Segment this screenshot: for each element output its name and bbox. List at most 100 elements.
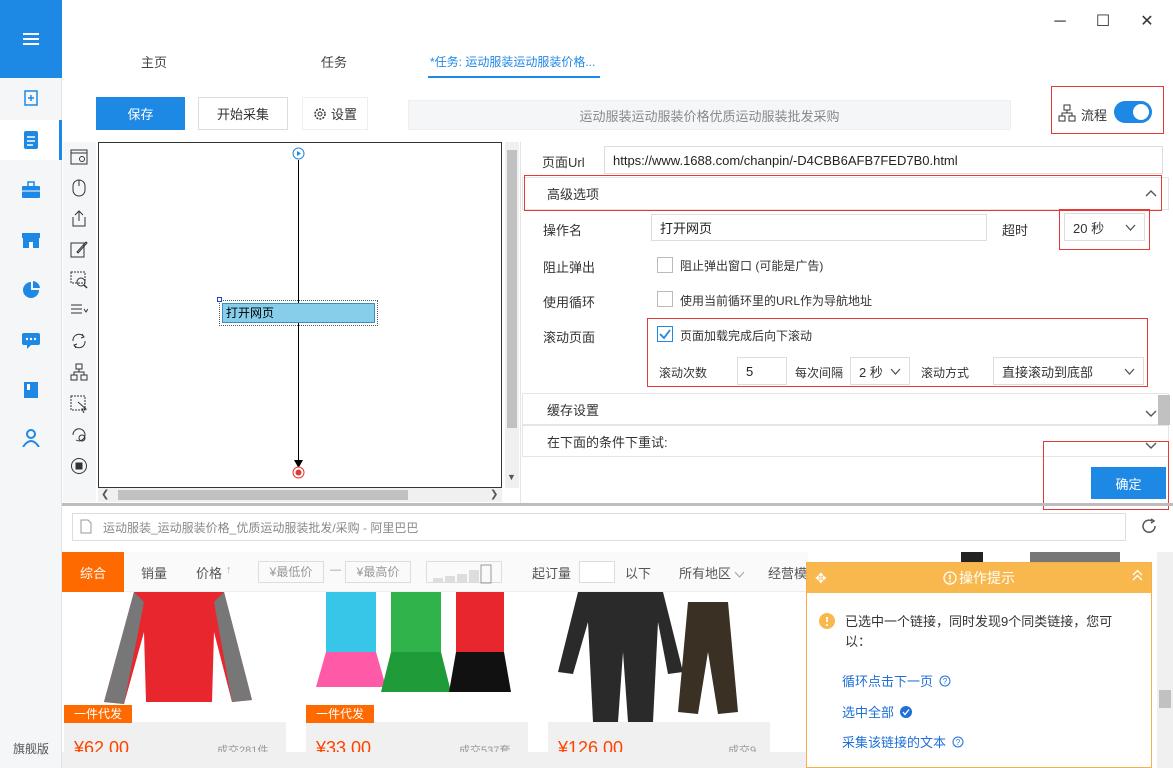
product-card-3[interactable] xyxy=(548,592,770,752)
cache-settings-header[interactable]: 缓存设置 xyxy=(522,393,1169,425)
task-title-field[interactable]: 运动服装运动服装价格优质运动服装批发采购 xyxy=(408,100,1011,130)
chevron-up-icon[interactable] xyxy=(1145,185,1157,200)
confirm-button[interactable]: 确定 xyxy=(1091,467,1166,499)
chevron-down-icon xyxy=(890,368,901,375)
drag-move-icon[interactable]: ✥ xyxy=(815,570,827,587)
interval-value: 2 秒 xyxy=(859,364,883,380)
sidebar-message[interactable] xyxy=(0,320,62,360)
product-badge: 一件代发 xyxy=(306,705,375,723)
extract-tool-icon[interactable] xyxy=(68,207,90,229)
input-text-tool-icon[interactable] xyxy=(68,238,90,260)
block-popup-checkbox[interactable] xyxy=(657,257,673,273)
browser-vscroll-thumb[interactable] xyxy=(1159,690,1171,708)
end-tool-icon[interactable] xyxy=(68,455,90,477)
product-card-2[interactable] xyxy=(306,592,528,752)
gear-icon xyxy=(314,107,326,120)
canvas-hscroll-thumb[interactable] xyxy=(118,490,408,500)
tab-tasks[interactable]: 任务 xyxy=(321,52,347,71)
timeout-select[interactable]: 20 秒 xyxy=(1064,213,1145,241)
product-badge: 一件代发 xyxy=(64,705,133,723)
mouse-hover-tool-icon[interactable] xyxy=(68,393,90,415)
sidebar-new-task[interactable] xyxy=(0,78,62,118)
settings-button[interactable]: 设置 xyxy=(302,97,368,130)
page-url-label: 页面Url xyxy=(542,155,585,170)
canvas-vscroll-thumb[interactable] xyxy=(507,150,517,428)
loop-click-next-page-link[interactable]: 循环点击下一页 ? xyxy=(842,671,951,690)
panel-scroll-thumb[interactable] xyxy=(1158,395,1170,425)
scroll-checkbox[interactable] xyxy=(657,326,673,342)
advanced-highlight-box xyxy=(524,175,1162,211)
scroll-left-icon[interactable]: ❮ xyxy=(101,489,109,500)
loop-label: 使用循环 xyxy=(543,295,596,310)
block-popup-label: 阻止弹出 xyxy=(543,260,596,275)
save-button[interactable]: 保存 xyxy=(96,97,185,130)
moq-input[interactable] xyxy=(579,561,615,583)
tip-action-label: 采集该链接的文本 xyxy=(842,735,947,750)
browser-horizontal-scrollbar[interactable] xyxy=(62,752,806,768)
loop-tool-icon[interactable] xyxy=(68,330,90,352)
close-button[interactable]: ✕ xyxy=(1137,12,1157,32)
click-tool-icon[interactable] xyxy=(68,177,90,199)
interval-select[interactable]: 2 秒 xyxy=(850,357,910,385)
operation-tips-title: 操作提示 xyxy=(959,570,1015,586)
sidebar-user[interactable] xyxy=(0,418,62,458)
sidebar-book[interactable] xyxy=(0,370,62,410)
scroll-right-icon[interactable]: ❯ xyxy=(490,489,498,500)
flow-toggle[interactable] xyxy=(1114,101,1152,123)
captcha-tool-icon[interactable] xyxy=(68,269,90,291)
min-price-input[interactable]: ¥最低价 xyxy=(258,561,324,583)
sidebar-toolbox[interactable] xyxy=(0,170,62,210)
business-mode-select[interactable]: 经营模 xyxy=(768,552,807,592)
help-icon: ? xyxy=(952,736,964,748)
interval-label: 每次间隔 xyxy=(795,366,844,380)
flow-node-handle[interactable] xyxy=(217,297,222,302)
condition-tool-icon[interactable] xyxy=(68,361,90,383)
maximize-button[interactable]: ☐ xyxy=(1093,12,1113,32)
refresh-tool-icon[interactable] xyxy=(68,424,90,446)
scroll-down-icon[interactable]: ▼ xyxy=(507,472,516,482)
edition-label: 旗舰版 xyxy=(12,742,49,756)
flow-node-open-page[interactable]: 打开网页 xyxy=(222,303,375,323)
scroll-mode-value: 直接滚动到底部 xyxy=(1002,364,1094,380)
operation-tips-header[interactable]: 操作提示 xyxy=(807,563,1151,593)
scroll-count-label: 滚动次数 xyxy=(659,366,708,380)
minimize-button[interactable]: ─ xyxy=(1050,12,1070,32)
filter-price-tab[interactable]: 价格 xyxy=(196,552,222,592)
op-name-label: 操作名 xyxy=(543,223,583,238)
page-url-input[interactable]: https://www.1688.com/chanpin/-D4CBB6AFB7… xyxy=(604,146,1163,174)
switch-dropdown-tool-icon[interactable] xyxy=(68,299,90,321)
price-dash: — xyxy=(330,564,341,576)
op-name-input[interactable]: 打开网页 xyxy=(651,214,987,241)
tab-current-task[interactable]: *任务: 运动服装运动服装价格... xyxy=(430,53,595,70)
page-title-text: 运动服装_运动服装价格_优质运动服装批发/采购 - 阿里巴巴 xyxy=(103,520,419,535)
sort-arrow-icon[interactable]: ↑ xyxy=(226,564,232,576)
sidebar-task-list[interactable] xyxy=(0,120,62,160)
moq-label: 起订量 xyxy=(532,565,572,581)
browser-vertical-scrollbar[interactable] xyxy=(1157,552,1173,768)
sidebar-store[interactable] xyxy=(0,220,62,260)
start-collect-button[interactable]: 开始采集 xyxy=(198,97,288,130)
region-select[interactable]: 所有地区 xyxy=(679,552,731,592)
refresh-icon[interactable] xyxy=(1141,518,1157,537)
info-icon xyxy=(943,571,957,585)
filter-sales-tab[interactable]: 销量 xyxy=(141,552,167,592)
user-icon xyxy=(22,429,40,447)
menu-button[interactable] xyxy=(0,0,62,78)
svg-text:?: ? xyxy=(955,738,960,747)
collapse-icon[interactable] xyxy=(1132,569,1143,584)
loop-checkbox[interactable] xyxy=(657,291,673,307)
scroll-mode-select[interactable]: 直接滚动到底部 xyxy=(993,357,1144,385)
extract-link-text-link[interactable]: 采集该链接的文本 ? xyxy=(842,732,964,751)
product-image xyxy=(548,592,770,722)
splitter[interactable] xyxy=(62,503,1173,506)
select-all-link[interactable]: 选中全部 xyxy=(842,702,912,721)
max-price-input[interactable]: ¥最高价 xyxy=(345,561,411,583)
sidebar-chart[interactable] xyxy=(0,270,62,310)
tab-home[interactable]: 主页 xyxy=(141,52,167,71)
filter-all-tab[interactable]: 综合 xyxy=(62,552,124,592)
open-page-tool-icon[interactable] xyxy=(68,146,90,168)
product-card-1[interactable] xyxy=(64,592,286,752)
chevron-down-icon[interactable] xyxy=(1145,406,1157,421)
scroll-count-input[interactable]: 5 xyxy=(737,357,787,385)
browser-address-bar[interactable]: 运动服装_运动服装价格_优质运动服装批发/采购 - 阿里巴巴 xyxy=(72,513,1126,541)
